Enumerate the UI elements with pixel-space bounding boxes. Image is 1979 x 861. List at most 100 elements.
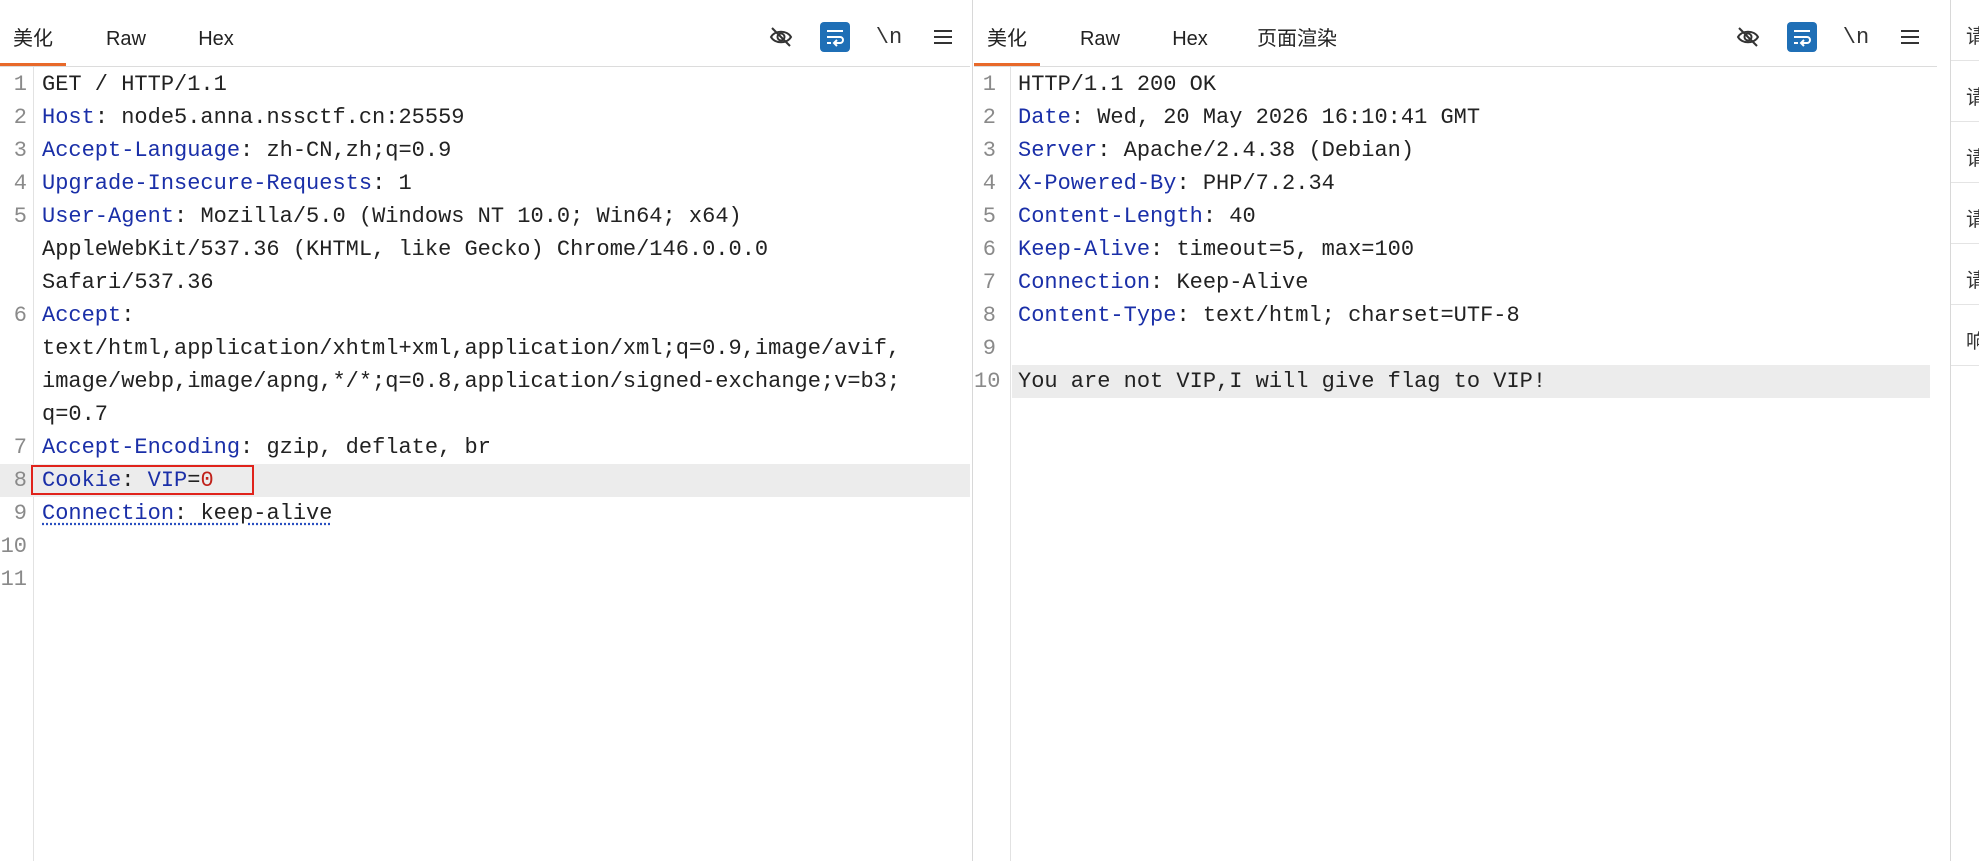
menu-icon[interactable] bbox=[928, 22, 958, 52]
eye-off-icon[interactable] bbox=[1733, 22, 1763, 52]
newline-toggle[interactable]: \n bbox=[874, 22, 904, 52]
code-text: image/webp,image/apng,*/*;q=0.8,applicat… bbox=[42, 369, 901, 394]
request-toolbar: \n bbox=[766, 20, 958, 54]
request-tab-hex[interactable]: Hex bbox=[176, 22, 256, 66]
response-tab-pretty[interactable]: 美化 bbox=[974, 22, 1040, 66]
side-tab-6[interactable]: 响 bbox=[1951, 305, 1979, 366]
inspector-sidebar: 请 请 请 请 请 响 bbox=[1951, 0, 1979, 861]
code-line-body: 10 You are not VIP,I will give flag to VI… bbox=[974, 365, 1930, 398]
header-name: Server bbox=[1018, 138, 1098, 163]
line-number: 5 bbox=[13, 204, 27, 229]
side-tab-5[interactable]: 请 bbox=[1951, 244, 1979, 305]
request-tab-raw[interactable]: Raw bbox=[88, 22, 164, 66]
code-line: 2 Date: Wed, 20 May 2026 16:10:41 GMT bbox=[974, 101, 1937, 134]
code-line: 7 Accept-Encoding: gzip, deflate, br bbox=[0, 431, 970, 464]
code-text: q=0.7 bbox=[42, 402, 109, 427]
response-tab-render[interactable]: 页面渲染 bbox=[1242, 22, 1352, 66]
header-separator: : bbox=[1150, 270, 1177, 295]
side-tab-3[interactable]: 请 bbox=[1951, 122, 1979, 183]
header-value: gzip, deflate, br bbox=[266, 435, 491, 460]
eye-off-icon[interactable] bbox=[766, 22, 796, 52]
header-separator: : bbox=[174, 501, 201, 526]
header-name: Upgrade-Insecure-Requests bbox=[42, 171, 373, 196]
code-line: 8 Content-Type: text/html; charset=UTF-8 bbox=[974, 299, 1937, 332]
menu-icon[interactable] bbox=[1895, 22, 1925, 52]
code-line: 6 Accept: bbox=[0, 299, 970, 332]
response-tab-hex[interactable]: Hex bbox=[1150, 22, 1230, 66]
side-tab-4[interactable]: 请 bbox=[1951, 183, 1979, 244]
header-value: PHP/7.2.34 bbox=[1202, 171, 1335, 196]
code-line-wrap: text/html,application/xhtml+xml,applicat… bbox=[0, 332, 970, 365]
header-name: Accept-Language bbox=[42, 138, 241, 163]
header-value: timeout=5, max=100 bbox=[1176, 237, 1415, 262]
line-number: 8 bbox=[982, 303, 996, 328]
code-text: Safari/537.36 bbox=[42, 270, 214, 295]
response-tabbar: 美化 Raw Hex 页面渲染 \n bbox=[974, 0, 1937, 67]
line-number: 4 bbox=[982, 171, 996, 196]
header-separator: : bbox=[121, 303, 135, 328]
code-line: 1 GET / HTTP/1.1 bbox=[0, 68, 970, 101]
code-line: 1 HTTP/1.1 200 OK bbox=[974, 68, 1937, 101]
header-separator: : bbox=[1202, 204, 1230, 229]
header-name: Keep-Alive bbox=[1018, 237, 1151, 262]
line-number: 8 bbox=[13, 468, 27, 493]
header-separator: : bbox=[174, 204, 201, 229]
header-name: Accept-Encoding bbox=[42, 435, 241, 460]
response-toolbar: \n bbox=[1733, 20, 1925, 54]
side-tab-2[interactable]: 请 bbox=[1951, 61, 1979, 122]
header-name: User-Agent bbox=[42, 204, 175, 229]
header-name: Content-Length bbox=[1018, 204, 1203, 229]
code-line: 11 bbox=[0, 563, 970, 596]
response-tab-raw[interactable]: Raw bbox=[1062, 22, 1138, 66]
request-tab-pretty[interactable]: 美化 bbox=[0, 22, 66, 66]
code-text: GET / HTTP/1.1 bbox=[42, 72, 227, 97]
code-line-wrap: AppleWebKit/537.36 (KHTML, like Gecko) C… bbox=[0, 233, 970, 266]
code-line: 6 Keep-Alive: timeout=5, max=100 bbox=[974, 233, 1937, 266]
header-value: keep-alive bbox=[200, 501, 333, 526]
line-number: 1 bbox=[13, 72, 27, 97]
header-separator: : bbox=[1176, 303, 1203, 328]
response-editor[interactable]: 1 HTTP/1.1 200 OK 2 Date: Wed, 20 May 2026… bbox=[974, 67, 1937, 861]
header-value: Mozilla/5.0 (Windows NT 10.0; Win64; x64… bbox=[200, 204, 742, 229]
wrap-icon[interactable] bbox=[820, 22, 850, 52]
code-line: 9 Connection: keep-alive bbox=[0, 497, 970, 530]
header-separator: : bbox=[94, 105, 122, 130]
request-pane: 美化 Raw Hex \n 1 GET / HTTP/1.1 2 Host: nod… bbox=[0, 0, 970, 861]
response-pane: 美化 Raw Hex 页面渲染 \n 1 HTTP/1.1 200 OK 2 Dat… bbox=[974, 0, 1937, 861]
header-value: Wed, 20 May 2026 16:10:41 GMT bbox=[1097, 105, 1481, 130]
side-tab-label: 请 bbox=[1966, 203, 1979, 232]
header-separator: : bbox=[1176, 171, 1203, 196]
header-name: X-Powered-By bbox=[1018, 171, 1177, 196]
pane-divider[interactable] bbox=[972, 0, 973, 861]
header-value: 1 bbox=[398, 171, 412, 196]
line-number: 10 bbox=[974, 369, 1001, 394]
header-value: node5.anna.nssctf.cn:25559 bbox=[121, 105, 465, 130]
header-value: Apache/2.4.38 (Debian) bbox=[1123, 138, 1415, 163]
code-line: 4 Upgrade-Insecure-Requests: 1 bbox=[0, 167, 970, 200]
line-number: 3 bbox=[13, 138, 27, 163]
header-name: Accept bbox=[42, 303, 122, 328]
highlight-box bbox=[31, 465, 254, 495]
wrap-icon[interactable] bbox=[1787, 22, 1817, 52]
code-line: 5 Content-Length: 40 bbox=[974, 200, 1937, 233]
side-tab-label: 请 bbox=[1966, 81, 1979, 110]
request-editor[interactable]: 1 GET / HTTP/1.1 2 Host: node5.anna.nssctf… bbox=[0, 67, 970, 861]
side-tab-label: 响 bbox=[1966, 325, 1979, 354]
line-number: 9 bbox=[13, 501, 27, 526]
code-text: HTTP/1.1 200 OK bbox=[1018, 72, 1217, 97]
line-number: 2 bbox=[13, 105, 27, 130]
line-number: 11 bbox=[0, 567, 27, 592]
code-text: text/html,application/xhtml+xml,applicat… bbox=[42, 336, 901, 361]
header-separator: : bbox=[1097, 138, 1124, 163]
header-separator: : bbox=[240, 138, 267, 163]
code-line-wrap: image/webp,image/apng,*/*;q=0.8,applicat… bbox=[0, 365, 970, 398]
code-line: 3 Server: Apache/2.4.38 (Debian) bbox=[974, 134, 1937, 167]
side-tab-label: 请 bbox=[1966, 142, 1979, 171]
header-name: Connection bbox=[1018, 270, 1151, 295]
line-number: 5 bbox=[982, 204, 996, 229]
line-number: 3 bbox=[982, 138, 996, 163]
newline-toggle[interactable]: \n bbox=[1841, 22, 1871, 52]
header-value: text/html; charset=UTF-8 bbox=[1202, 303, 1520, 328]
side-tab-1[interactable]: 请 bbox=[1951, 0, 1979, 61]
line-number: 7 bbox=[982, 270, 996, 295]
